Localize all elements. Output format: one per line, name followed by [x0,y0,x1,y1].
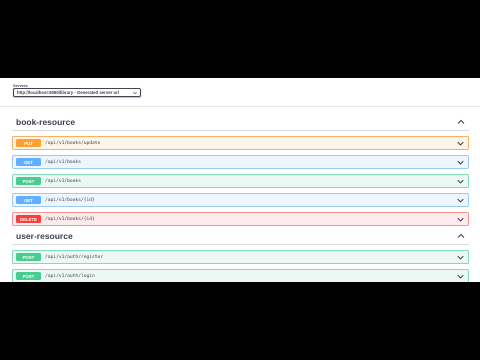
operation-path: /api/v1/books/{id} [45,197,95,203]
chevron-down-icon[interactable] [457,217,464,222]
chevron-down-icon[interactable] [457,274,464,279]
operation-row[interactable]: POST /api/v1/auth/register [12,250,469,264]
operation-path: /api/v1/books/update [45,140,101,146]
section-header[interactable]: book-resource [12,113,469,131]
chevron-down-icon[interactable] [457,160,464,165]
operation-path: /api/v1/books [45,178,81,184]
operation-row[interactable]: POST /api/v1/auth/login [12,269,469,282]
operation-row[interactable]: POST /api/v1/books [12,174,469,188]
method-badge: POST [16,253,41,261]
operation-path: /api/v1/auth/login [45,273,95,279]
chevron-down-icon[interactable] [457,141,464,146]
chevron-up-icon[interactable] [457,233,465,239]
operation-row[interactable]: PUT /api/v1/books/update [12,136,469,150]
section-title: book-resource [16,116,76,127]
operation-path: /api/v1/auth/register [45,254,104,260]
operation-row[interactable]: DELETE /api/v1/books/{id} [12,212,469,226]
operation-row[interactable]: GET /api/v1/books/{id} [12,193,469,207]
method-badge: POST [16,177,41,185]
section-header[interactable]: user-resource [12,227,469,245]
server-select-value: http://localhost:8080/library - Generate… [17,90,119,95]
method-badge: DELETE [16,215,41,223]
operation-path: /api/v1/books [45,159,81,165]
method-badge: GET [16,158,41,166]
method-badge: PUT [16,139,41,147]
method-badge: POST [16,272,41,280]
chevron-down-icon[interactable] [457,179,464,184]
server-select[interactable]: http://localhost:8080/library - Generate… [13,88,141,97]
chevron-down-icon[interactable] [457,198,464,203]
section-book-resource: book-resource PUT /api/v1/books/update G… [12,113,469,226]
chevron-up-icon[interactable] [457,119,465,125]
swagger-page: Servers http://localhost:8080/library - … [0,78,480,282]
operation-path: /api/v1/books/{id} [45,216,95,222]
operation-row[interactable]: GET /api/v1/books [12,155,469,169]
caret-down-icon [133,91,137,95]
method-badge: GET [16,196,41,204]
servers-bar: Servers http://localhost:8080/library - … [0,78,480,107]
section-title: user-resource [16,230,73,241]
chevron-down-icon[interactable] [457,255,464,260]
section-user-resource: user-resource POST /api/v1/auth/register… [12,227,469,282]
